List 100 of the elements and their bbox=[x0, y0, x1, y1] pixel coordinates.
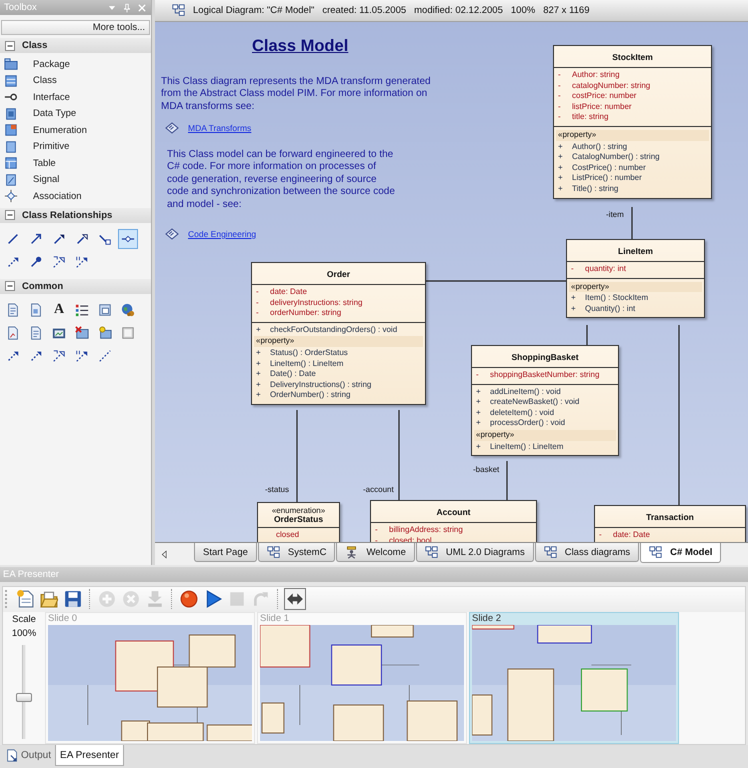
header-modified: modified: 02.12.2005 bbox=[414, 4, 503, 16]
class-box[interactable] bbox=[251, 262, 426, 405]
folder-icon bbox=[40, 590, 58, 608]
operation-text: OrderNumber() : string bbox=[270, 390, 350, 401]
toolbox-item[interactable]: Primitive bbox=[0, 138, 151, 155]
attribute-text: date: Date bbox=[270, 286, 307, 298]
class-name: LineItem bbox=[617, 246, 654, 256]
toolbox-item[interactable]: Table bbox=[0, 155, 151, 172]
slide-label: Slide 0 bbox=[48, 613, 78, 625]
toolbox-item[interactable]: Enumeration bbox=[0, 122, 151, 138]
document-tab[interactable]: SystemC bbox=[258, 543, 336, 562]
visibility-mark: + bbox=[256, 369, 262, 380]
toolbar-button[interactable] bbox=[284, 588, 306, 610]
tool-button[interactable] bbox=[118, 228, 138, 248]
section-header[interactable]: Class Relationships bbox=[0, 208, 151, 222]
stereotype-label: «property» bbox=[556, 130, 709, 141]
document-tab[interactable]: Start Page bbox=[194, 543, 257, 562]
toolbox-item[interactable]: Data Type bbox=[0, 106, 151, 122]
attribute-text: deliveryInstructions: string bbox=[270, 298, 362, 308]
collapse-icon[interactable] bbox=[5, 40, 15, 50]
record-icon bbox=[180, 590, 198, 608]
document-tab[interactable]: Welcome bbox=[336, 543, 415, 562]
stereotype-label: «property» bbox=[474, 430, 616, 441]
filled-arrow-icon bbox=[52, 232, 66, 246]
toolbox-item[interactable]: Class bbox=[0, 72, 151, 89]
floppy-icon bbox=[64, 590, 82, 608]
class-box[interactable]: ShoppingBasket - shoppingBasketNumber: string + addLineItem() : void + createNewBasket() : void + deleteItem() : void + processOrder() : void «property» + LineItem() : LineItem bbox=[471, 344, 619, 456]
toolbar-button[interactable] bbox=[178, 588, 200, 610]
toolbox-item[interactable]: Association bbox=[0, 188, 151, 204]
role-label: -account bbox=[363, 484, 394, 494]
attribute-text: listPrice: number bbox=[572, 102, 632, 112]
visibility-mark: + bbox=[476, 397, 482, 408]
toolbox-item[interactable]: Interface bbox=[0, 89, 151, 106]
visibility-mark: - bbox=[571, 264, 575, 275]
class-box[interactable]: «enumeration» OrderStatus closed bbox=[257, 502, 340, 542]
line-icon bbox=[6, 232, 20, 246]
connector-line bbox=[586, 324, 588, 345]
table-icon bbox=[4, 156, 18, 170]
stereotype-label: «property» bbox=[254, 336, 423, 347]
dashed-line-icon bbox=[98, 348, 112, 362]
dashed-arrow-icon bbox=[52, 254, 66, 268]
dashed-arrow-icon bbox=[6, 254, 20, 268]
document-tab[interactable]: UML 2.0 Diagrams bbox=[416, 543, 534, 562]
visibility-mark: - bbox=[256, 286, 260, 298]
stereotype-label: «property» bbox=[569, 282, 702, 292]
collapse-icon[interactable] bbox=[5, 281, 15, 291]
class-name: Account bbox=[436, 506, 472, 517]
play-icon bbox=[204, 590, 222, 608]
collapse-icon[interactable] bbox=[5, 210, 15, 220]
document-tab[interactable]: C# Model bbox=[640, 543, 722, 564]
visibility-mark: + bbox=[558, 184, 564, 194]
hyperlink[interactable]: Code Engineering bbox=[188, 228, 256, 239]
visibility-mark: - bbox=[558, 91, 562, 102]
toolbox-item[interactable]: Signal bbox=[0, 172, 151, 188]
plus-circle-icon bbox=[98, 590, 116, 608]
scale-value: 100% bbox=[12, 628, 36, 639]
visibility-mark: + bbox=[558, 152, 564, 163]
document-tab[interactable]: Class diagrams bbox=[534, 543, 640, 562]
attribute-text: Author: string bbox=[572, 70, 620, 81]
association-icon bbox=[4, 189, 18, 204]
dashed-arrow-icon bbox=[75, 348, 89, 362]
image-icon bbox=[75, 326, 89, 340]
toolbox-item[interactable]: Package bbox=[0, 56, 151, 72]
attribute-text: date: Date bbox=[613, 530, 650, 541]
dashed-arrow-icon bbox=[52, 348, 66, 362]
connector-line bbox=[631, 206, 633, 239]
class-box[interactable] bbox=[553, 44, 712, 198]
toolbar-button[interactable] bbox=[14, 588, 36, 610]
section-title: Class bbox=[22, 40, 48, 51]
panel-tab[interactable]: EA Presenter bbox=[55, 745, 124, 766]
operation-text: createNewBasket() : void bbox=[490, 397, 580, 408]
diagram-icon bbox=[424, 546, 438, 559]
header-zoom: 100% bbox=[510, 4, 536, 16]
scroll-left-icon[interactable] bbox=[160, 550, 169, 559]
stop-icon bbox=[228, 590, 246, 608]
enumeration-icon bbox=[4, 123, 18, 138]
class-name: StockItem bbox=[611, 52, 654, 62]
round-arrow-icon bbox=[29, 254, 43, 268]
more-tools-button[interactable]: More tools... bbox=[1, 20, 150, 35]
section-header[interactable]: Common bbox=[0, 278, 151, 294]
class-name: OrderStatus bbox=[272, 515, 324, 525]
panel-tab[interactable]: Output bbox=[2, 745, 56, 765]
stereotype-label: «enumeration» bbox=[270, 506, 326, 516]
attribute-text: closed bbox=[276, 530, 300, 541]
hyperlink[interactable]: MDA Transforms bbox=[188, 122, 252, 133]
operation-text: DeliveryInstructions() : string bbox=[270, 380, 372, 390]
role-label: -item bbox=[606, 210, 624, 219]
slider-thumb[interactable] bbox=[16, 693, 32, 702]
slide-frame[interactable]: Slide 2 bbox=[469, 612, 679, 744]
operation-text: Title() : string bbox=[572, 184, 618, 194]
class-box[interactable]: Transaction - date: Date bbox=[594, 504, 746, 542]
image-icon bbox=[52, 326, 66, 340]
operation-text: Author() : string bbox=[572, 142, 628, 152]
diagram-icon bbox=[544, 546, 557, 559]
class-box[interactable]: LineItem - quantity: int «property» + Item() : StockItem + Quantity() : int bbox=[566, 238, 705, 318]
hollow-arrow-icon bbox=[75, 232, 89, 246]
tool-button[interactable]: A bbox=[49, 300, 69, 320]
section-header[interactable]: Class bbox=[0, 38, 151, 53]
visibility-mark: + bbox=[476, 418, 482, 429]
diagram-heading: Class Model bbox=[252, 36, 348, 56]
